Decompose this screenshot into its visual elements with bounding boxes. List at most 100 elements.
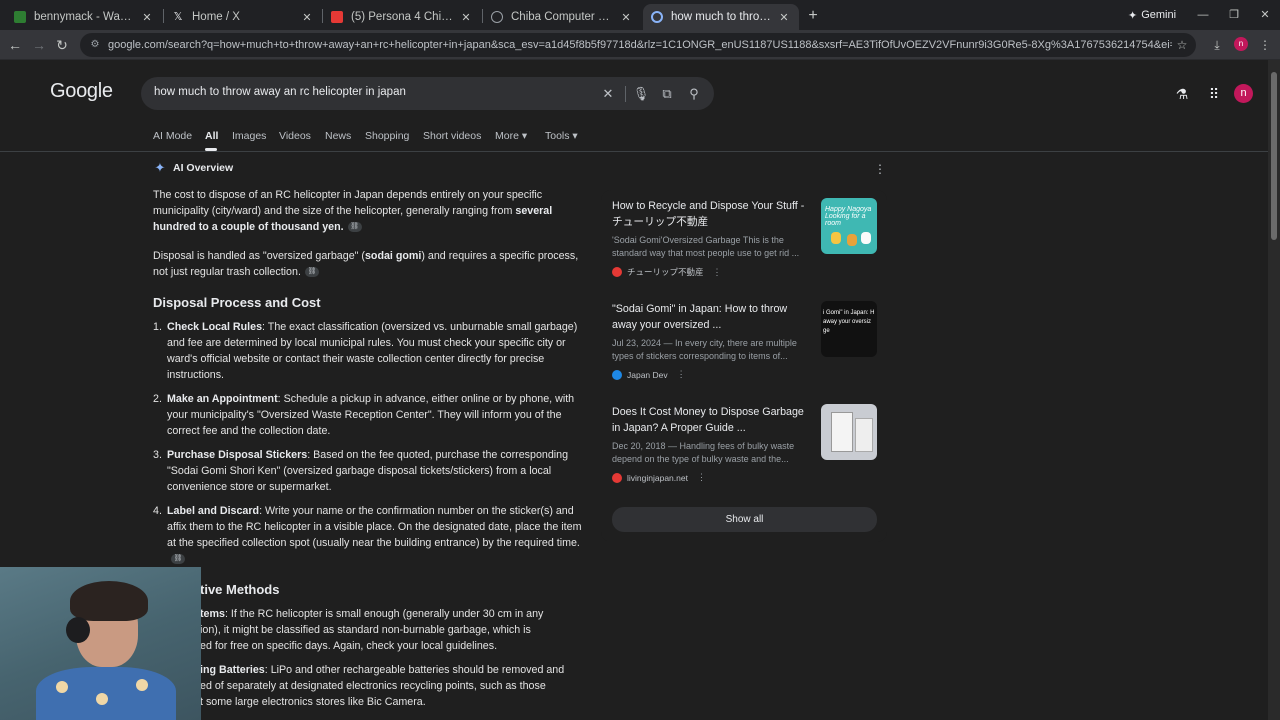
ai-overview-title: AI Overview <box>173 162 234 174</box>
close-tab-icon[interactable]: ✕ <box>619 11 633 24</box>
forward-arrow-icon[interactable]: → <box>30 36 48 54</box>
tab-all[interactable]: All <box>205 130 218 142</box>
site-favicon-icon <box>612 472 622 483</box>
new-tab-button[interactable]: + <box>803 6 823 26</box>
source-menu-icon[interactable]: ⋮ <box>697 472 706 483</box>
thumbnail-text: i Gomi" in Japan: H away your oversiz ge <box>823 310 875 334</box>
headphones-icon <box>66 617 90 643</box>
shirt-pattern <box>136 679 148 691</box>
list-item: 3. Purchase Disposal Stickers: Based on t… <box>153 447 583 495</box>
google-logo[interactable]: Google <box>50 80 113 103</box>
source-link-icon[interactable]: ⛓ <box>171 554 185 565</box>
clear-search-icon[interactable]: ✕ <box>599 85 617 103</box>
search-box[interactable]: how much to throw away an rc helicopter … <box>141 77 714 110</box>
tab-title: Home / X <box>192 11 240 23</box>
back-arrow-icon[interactable]: ← <box>6 36 24 54</box>
scrollbar-thumb[interactable] <box>1271 72 1277 240</box>
address-bar[interactable]: ⚙ google.com/search?q=how+much+to+throw+… <box>80 33 1196 57</box>
tools-button[interactable]: Tools ▾ <box>545 130 578 142</box>
step-title: Purchase Disposal Stickers <box>167 449 308 461</box>
source-link-icon[interactable]: ⛓ <box>304 267 319 278</box>
downloads-icon[interactable]: ⤓ <box>1208 36 1226 54</box>
alt-text: : If the RC helicopter is small enough (… <box>224 608 544 620</box>
ai-para-two: Disposal is handled as "oversized garbag… <box>153 248 583 280</box>
webcam-overlay <box>0 567 201 720</box>
site-name: チューリップ不動産 <box>627 267 704 277</box>
ai-overview-menu-icon[interactable]: ⋮ <box>873 162 887 176</box>
source-card[interactable]: "Sodai Gomi" in Japan: How to throw away… <box>612 301 877 391</box>
header-divider <box>0 151 1268 152</box>
tab-ai-mode[interactable]: AI Mode <box>153 130 192 142</box>
bookmark-star-icon[interactable]: ☆ <box>1172 38 1192 52</box>
tab-title: bennymack - Watch the VOD o <box>34 11 134 23</box>
tab-short-videos[interactable]: Short videos <box>423 130 481 142</box>
close-tab-icon[interactable]: ✕ <box>140 11 154 24</box>
source-title[interactable]: "Sodai Gomi" in Japan: How to throw away… <box>612 301 810 333</box>
close-window-button[interactable]: ✕ <box>1255 6 1275 24</box>
labs-flask-icon[interactable]: ⚗ <box>1173 85 1191 103</box>
thumbnail-text: Happy Nagoya Looking for a room <box>825 206 872 227</box>
tab-twitch[interactable]: bennymack - Watch the VOD o ✕ <box>6 4 162 30</box>
source-site: Japan Dev ⋮ <box>612 369 686 380</box>
tab-title: how much to throw away an rc <box>671 11 771 23</box>
alt-line: t some large electronics stores like Bic… <box>200 696 426 708</box>
apps-grid-icon[interactable]: ⠿ <box>1205 85 1223 103</box>
minimize-button[interactable]: — <box>1193 6 1213 24</box>
microphone-icon[interactable]: 🎙 <box>632 85 650 103</box>
alt-line: ed for free on specific days. Again, che… <box>200 640 498 652</box>
tab-google-search[interactable]: how much to throw away an rc ✕ <box>643 4 799 30</box>
streamer-hair <box>70 581 148 621</box>
site-favicon-icon <box>612 267 622 277</box>
appliance-image <box>855 418 873 452</box>
show-all-button[interactable]: Show all <box>612 507 877 532</box>
tab-news[interactable]: News <box>325 130 351 142</box>
tab-youtube[interactable]: (5) Persona 4 Chill/Study mix - ✕ <box>323 4 481 30</box>
account-avatar[interactable]: n <box>1234 84 1253 103</box>
alt-line: ion), it might be classified as standard… <box>200 624 531 636</box>
gemini-label: Gemini <box>1141 9 1177 21</box>
source-link-icon[interactable]: ⛓ <box>347 222 362 233</box>
globe-icon <box>491 11 503 23</box>
search-icon[interactable]: ⚲ <box>685 85 703 103</box>
ai-overview-header: ✦ AI Overview <box>153 161 234 175</box>
tab-chiba[interactable]: Chiba Computer Chair Disposal ✕ <box>483 4 641 30</box>
tab-x[interactable]: 𝕏 Home / X ✕ <box>164 4 322 30</box>
tab-videos[interactable]: Videos <box>279 130 311 142</box>
site-favicon-icon <box>612 369 622 380</box>
source-snippet: Jul 23, 2024 — In every city, there are … <box>612 338 797 361</box>
source-card[interactable]: Does It Cost Money to Dispose Garbage in… <box>612 404 877 494</box>
step-number: 2. <box>153 393 162 405</box>
tab-title: (5) Persona 4 Chill/Study mix - <box>351 11 453 23</box>
close-tab-icon[interactable]: ✕ <box>300 11 314 24</box>
tab-more[interactable]: More ▾ <box>495 130 527 142</box>
close-tab-icon[interactable]: ✕ <box>459 11 473 24</box>
step-title: Make an Appointment <box>167 393 278 405</box>
tab-shopping[interactable]: Shopping <box>365 130 409 142</box>
source-card[interactable]: How to Recycle and Dispose Your Stuff - … <box>612 198 877 288</box>
source-menu-icon[interactable]: ⋮ <box>677 369 686 380</box>
close-tab-icon[interactable]: ✕ <box>777 11 791 24</box>
browser-menu-icon[interactable]: ⋮ <box>1256 36 1274 54</box>
gemini-button[interactable]: ✦ Gemini <box>1122 6 1182 24</box>
source-thumbnail[interactable]: i Gomi" in Japan: H away your oversiz ge <box>821 301 877 357</box>
alt-item-1: tems: If the RC helicopter is small enou… <box>200 606 583 654</box>
source-thumbnail[interactable] <box>821 404 877 460</box>
mascot-icon <box>831 232 841 244</box>
shirt-pattern <box>56 681 68 693</box>
para2-bold: sodai gomi <box>364 250 422 262</box>
lens-camera-icon[interactable]: ⧉ <box>658 85 676 103</box>
source-menu-icon[interactable]: ⋮ <box>713 267 722 278</box>
source-title[interactable]: Does It Cost Money to Dispose Garbage in… <box>612 404 810 436</box>
source-thumbnail[interactable]: Happy Nagoya Looking for a room <box>821 198 877 254</box>
restore-button[interactable]: ❐ <box>1224 6 1244 24</box>
browser-profile-avatar[interactable]: n <box>1234 37 1248 51</box>
site-info-icon[interactable]: ⚙ <box>88 38 102 52</box>
appliance-image <box>831 412 853 452</box>
twitch-favicon-icon <box>14 11 26 23</box>
tab-images[interactable]: Images <box>232 130 266 142</box>
step-title: Label and Discard <box>167 505 260 517</box>
search-input[interactable]: how much to throw away an rc helicopter … <box>154 86 406 98</box>
source-title[interactable]: How to Recycle and Dispose Your Stuff - … <box>612 198 810 230</box>
site-name: livinginjapan.net <box>627 472 688 483</box>
reload-icon[interactable]: ↻ <box>53 36 71 54</box>
